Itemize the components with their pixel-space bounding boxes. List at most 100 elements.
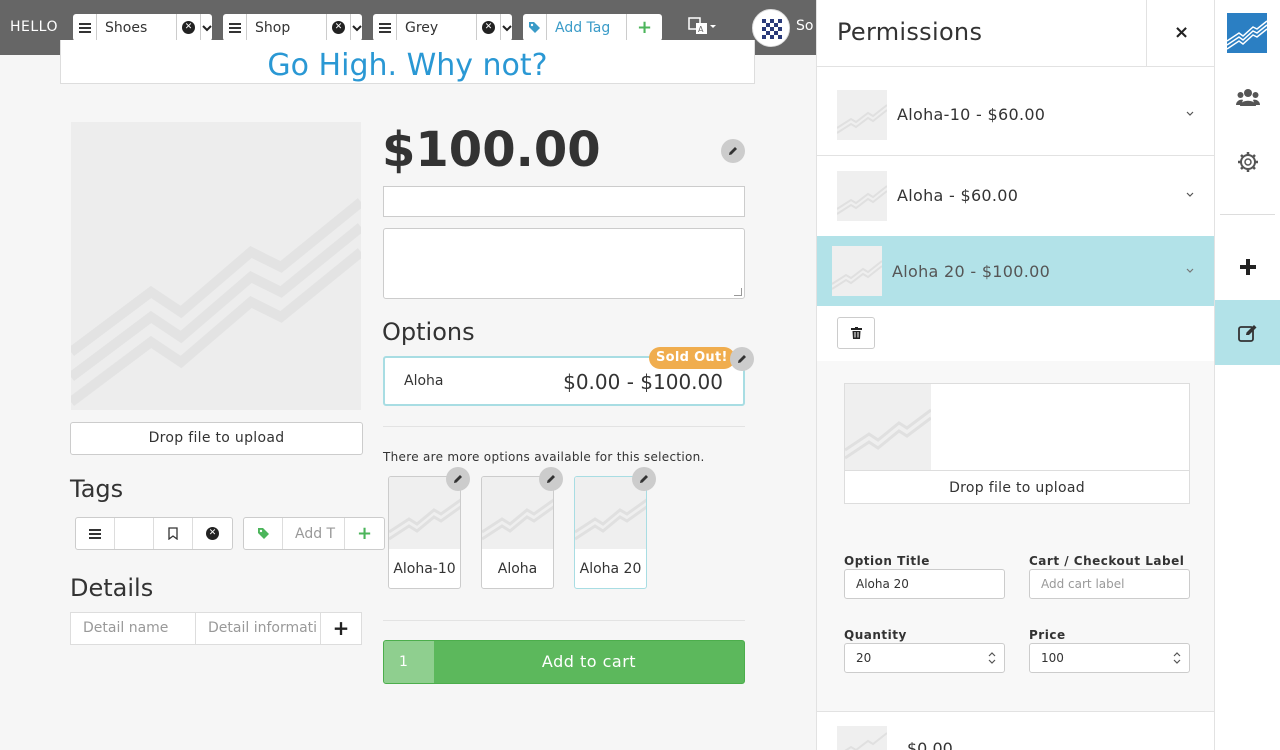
users-icon[interactable]	[1215, 67, 1280, 127]
chevron-down-icon[interactable]	[201, 14, 212, 41]
remove-filter-icon[interactable]: ✕	[327, 14, 351, 41]
permission-item[interactable]: $0.00	[817, 711, 1214, 750]
filter-label: Grey	[397, 14, 477, 41]
product-description-textarea[interactable]	[383, 228, 745, 299]
edit-pencil-icon[interactable]	[539, 467, 563, 491]
gear-icon[interactable]	[1215, 132, 1280, 192]
variant-label: Aloha-10	[393, 561, 456, 577]
variant-card[interactable]: Aloha	[481, 476, 554, 589]
menu-icon[interactable]	[223, 14, 247, 41]
tag-icon	[523, 14, 547, 41]
item-label: Aloha-10 - $60.00	[897, 105, 1046, 124]
tag-icon	[244, 518, 283, 549]
add-to-cart-button[interactable]: Add to cart	[434, 641, 744, 683]
divider	[383, 620, 745, 621]
item-thumbnail	[832, 246, 882, 296]
remove-tag-icon[interactable]: ✕	[193, 518, 232, 549]
quantity-stepper[interactable]: 20	[844, 643, 1005, 673]
user-name[interactable]: So	[796, 18, 813, 34]
filter-shop[interactable]: Shop ✕	[223, 14, 362, 41]
permission-item-active[interactable]: Aloha 20 - $100.00	[817, 236, 1214, 306]
sold-out-badge: Sold Out!	[649, 347, 735, 369]
add-to-cart-control: 1 Add to cart	[383, 640, 745, 684]
product-image-placeholder[interactable]	[71, 122, 361, 410]
tag-slot[interactable]	[115, 518, 154, 549]
bookmark-icon[interactable]	[154, 518, 193, 549]
add-tag-plus-icon[interactable]: +	[345, 518, 384, 549]
permission-item[interactable]: Aloha - $60.00	[817, 156, 1214, 236]
chevron-down-icon[interactable]	[1186, 268, 1194, 274]
chevron-down-icon[interactable]	[1186, 192, 1194, 198]
option-image-placeholder	[845, 384, 931, 470]
trash-icon	[850, 327, 862, 339]
detail-name-input[interactable]: Detail name	[71, 613, 196, 644]
price-value: 100	[1041, 651, 1064, 665]
avatar[interactable]	[752, 9, 790, 47]
tag-controls: ✕ Add T +	[75, 517, 395, 550]
edit-pencil-icon[interactable]	[721, 139, 745, 163]
option-title-input[interactable]: Aloha 20	[844, 569, 1005, 599]
option-price-range: $0.00 - $100.00	[563, 370, 723, 394]
option-image-uploader[interactable]: Drop file to upload	[844, 383, 1190, 504]
detail-information-input[interactable]: Detail informati	[196, 613, 321, 644]
option-name: Aloha	[404, 373, 444, 389]
tag-group: ✕	[75, 517, 233, 550]
panel-title: Permissions	[837, 18, 983, 46]
item-thumbnail	[837, 90, 887, 140]
variant-card[interactable]: Aloha-10	[388, 476, 461, 589]
filter-grey[interactable]: Grey ✕	[373, 14, 512, 41]
tag-input[interactable]: Add T	[283, 518, 345, 549]
option-title-label: Option Title	[844, 554, 930, 568]
svg-text:A: A	[698, 25, 704, 34]
divider	[383, 426, 745, 427]
stepper-arrows-icon[interactable]	[988, 651, 996, 665]
details-heading: Details	[70, 574, 154, 602]
product-subtitle-input[interactable]	[383, 186, 745, 217]
menu-icon[interactable]	[373, 14, 397, 41]
translate-icon[interactable]: A	[688, 16, 718, 40]
add-plus-icon[interactable]	[1215, 237, 1280, 297]
add-tag-plus-icon[interactable]: +	[627, 14, 662, 41]
menu-icon[interactable]	[76, 518, 115, 549]
price-stepper[interactable]: 100	[1029, 643, 1190, 673]
variant-card-selected[interactable]: Aloha 20	[574, 476, 647, 589]
edit-pencil-icon[interactable]	[446, 467, 470, 491]
divider	[817, 66, 1214, 67]
more-options-note: There are more options available for thi…	[383, 450, 705, 464]
drop-file-button[interactable]: Drop file to upload	[70, 422, 363, 455]
add-detail-plus-icon[interactable]: +	[321, 613, 361, 644]
edit-pencil-icon[interactable]	[632, 467, 656, 491]
app-logo[interactable]	[1227, 13, 1267, 53]
edit-pencil-icon[interactable]	[730, 347, 754, 371]
greeting-label: HELLO	[10, 19, 58, 35]
add-tag-control[interactable]: Add Tag +	[523, 14, 662, 41]
cart-label-input[interactable]: Add cart label	[1029, 569, 1190, 599]
filter-label: Shop	[247, 14, 327, 41]
options-heading: Options	[382, 318, 475, 346]
cart-quantity-stepper[interactable]: 1	[384, 641, 434, 683]
price-label: Price	[1029, 628, 1066, 642]
stepper-arrows-icon[interactable]	[1173, 651, 1181, 665]
delete-button[interactable]	[837, 317, 875, 349]
item-thumbnail	[837, 726, 887, 750]
chevron-down-icon[interactable]	[1186, 111, 1194, 117]
remove-filter-icon[interactable]: ✕	[177, 14, 201, 41]
chevron-down-icon[interactable]	[501, 14, 512, 41]
item-label: $0.00	[907, 739, 953, 750]
close-icon[interactable]: ×	[1146, 0, 1214, 66]
permission-item[interactable]: Aloha-10 - $60.00	[817, 75, 1214, 155]
resize-grip-icon[interactable]	[734, 288, 742, 296]
filter-shoes[interactable]: Shoes ✕	[73, 14, 212, 41]
page-headline[interactable]: Go High. Why not?	[61, 48, 754, 83]
cart-quantity-value: 1	[399, 654, 408, 670]
edit-icon[interactable]	[1215, 300, 1280, 365]
menu-icon[interactable]	[73, 14, 97, 41]
add-tag-input[interactable]: Add Tag	[547, 14, 627, 41]
product-price[interactable]: $100.00	[382, 122, 601, 178]
remove-filter-icon[interactable]: ✕	[477, 14, 501, 41]
add-tag-group: Add T +	[243, 517, 385, 550]
variant-label: Aloha	[497, 561, 538, 577]
filter-label: Shoes	[97, 14, 177, 41]
chevron-down-icon[interactable]	[351, 14, 362, 41]
drop-file-button[interactable]: Drop file to upload	[845, 470, 1189, 504]
